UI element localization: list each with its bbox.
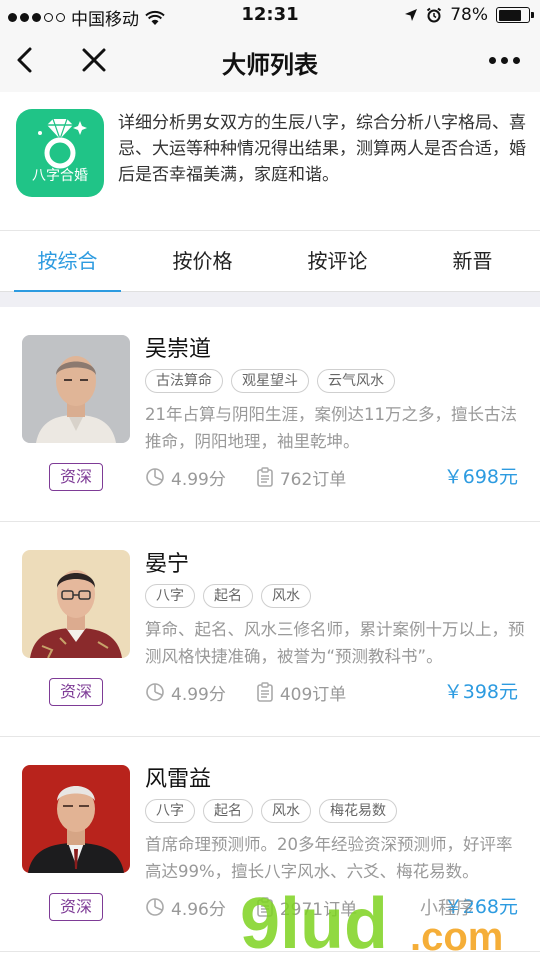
chevron-left-icon bbox=[17, 47, 32, 73]
master-stats: 4.96分 2971订单 bbox=[145, 893, 357, 921]
master-card[interactable]: 资深 风雷益 八字 起名 风水 梅花易数 首席命理预测师。20多年经验资深预测师… bbox=[0, 737, 540, 952]
close-button[interactable] bbox=[78, 44, 110, 76]
alarm-clock-icon bbox=[427, 7, 442, 23]
tab-new[interactable]: 新晋 bbox=[405, 231, 540, 291]
back-button[interactable] bbox=[10, 44, 42, 76]
master-card[interactable]: 资深 吴崇道 古法算命 观星望斗 云气风水 21年占算与阴阳生涯，案例达11万之… bbox=[0, 307, 540, 522]
master-tags: 八字 起名 风水 梅花易数 bbox=[145, 799, 397, 823]
rating-value: 4.99分 bbox=[171, 684, 226, 705]
master-stats: 4.99分 409订单 bbox=[145, 678, 346, 706]
order-count: 2971订单 bbox=[279, 899, 358, 920]
service-description: 详细分析男女双方的生辰八字，综合分析八字格局、喜忌、大运等种种情况得出结果，测算… bbox=[118, 113, 526, 185]
nav-bar: 大师列表 bbox=[0, 30, 540, 92]
master-avatar bbox=[22, 335, 130, 443]
master-avatar bbox=[22, 765, 130, 873]
location-arrow-icon bbox=[405, 9, 418, 21]
master-tag: 风水 bbox=[261, 584, 311, 608]
master-tag: 八字 bbox=[145, 584, 195, 608]
close-icon bbox=[82, 48, 106, 72]
master-tag: 风水 bbox=[261, 799, 311, 823]
master-description: 21年占算与阴阳生涯，案例达11万之多，擅长古法推命，阴阳地理，袖里乾坤。 bbox=[145, 405, 517, 451]
order-clipboard-icon bbox=[257, 467, 273, 487]
sort-tabs: 按综合 按价格 按评论 新晋 bbox=[0, 230, 540, 292]
tab-price[interactable]: 按价格 bbox=[135, 231, 270, 291]
service-logo: 八字合婚 bbox=[16, 109, 104, 197]
rating-value: 4.99分 bbox=[171, 469, 226, 490]
master-tags: 古法算命 观星望斗 云气风水 bbox=[145, 369, 395, 393]
seniority-badge: 资深 bbox=[49, 463, 103, 491]
master-tag: 梅花易数 bbox=[319, 799, 397, 823]
master-avatar bbox=[22, 550, 130, 658]
battery-percent: 78% bbox=[450, 5, 488, 25]
master-card[interactable]: 资深 晏宁 八字 起名 风水 算命、起名、风水三修名师，累计案例十万以上，预测风… bbox=[0, 522, 540, 737]
master-name: 晏宁 bbox=[145, 552, 190, 577]
rating-pie-icon bbox=[146, 898, 164, 916]
more-button[interactable] bbox=[486, 50, 522, 70]
master-tag: 云气风水 bbox=[317, 369, 395, 393]
tab-comprehensive[interactable]: 按综合 bbox=[0, 231, 135, 292]
status-right: 78% bbox=[404, 5, 534, 25]
order-count: 409订单 bbox=[279, 684, 347, 705]
master-stats: 4.99分 762订单 bbox=[145, 463, 346, 491]
master-price: ￥268元 bbox=[443, 896, 518, 918]
rating-value: 4.96分 bbox=[171, 899, 226, 920]
section-divider bbox=[0, 292, 540, 307]
master-tag: 起名 bbox=[203, 799, 253, 823]
master-tag: 古法算命 bbox=[145, 369, 223, 393]
order-count: 762订单 bbox=[279, 469, 347, 490]
master-description: 首席命理预测师。20多年经验资深预测师，好评率高达99%，擅长八字风水、六爻、梅… bbox=[145, 835, 513, 881]
order-clipboard-icon bbox=[257, 682, 273, 702]
master-tag: 八字 bbox=[145, 799, 195, 823]
rating-pie-icon bbox=[146, 683, 164, 701]
seniority-badge: 资深 bbox=[49, 893, 103, 921]
master-description: 算命、起名、风水三修名师，累计案例十万以上，预测风格快捷准确，被誉为“预测教科书… bbox=[145, 620, 525, 666]
order-clipboard-icon bbox=[257, 897, 273, 917]
rating-pie-icon bbox=[146, 468, 164, 486]
more-dots-icon bbox=[488, 56, 496, 64]
master-tag: 观星望斗 bbox=[231, 369, 309, 393]
tab-reviews[interactable]: 按评论 bbox=[270, 231, 405, 291]
service-intro: 八字合婚 详细分析男女双方的生辰八字，综合分析八字格局、喜忌、大运等种种情况得出… bbox=[0, 92, 540, 230]
status-bar: 中国移动 12:31 78% bbox=[0, 0, 540, 30]
master-name: 风雷益 bbox=[145, 767, 212, 792]
service-logo-label: 八字合婚 bbox=[32, 168, 88, 184]
master-tags: 八字 起名 风水 bbox=[145, 584, 311, 608]
battery-icon bbox=[496, 7, 534, 23]
seniority-badge: 资深 bbox=[49, 678, 103, 706]
master-list: 资深 吴崇道 古法算命 观星望斗 云气风水 21年占算与阴阳生涯，案例达11万之… bbox=[0, 307, 540, 952]
master-price: ￥398元 bbox=[443, 681, 518, 703]
master-name: 吴崇道 bbox=[145, 337, 212, 362]
master-tag: 起名 bbox=[203, 584, 253, 608]
master-price: ￥698元 bbox=[443, 466, 518, 488]
